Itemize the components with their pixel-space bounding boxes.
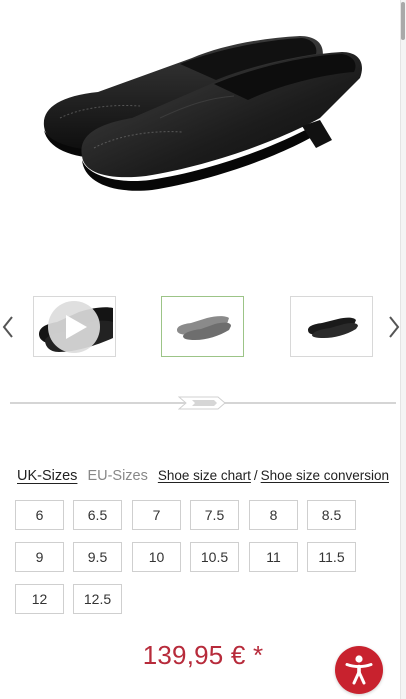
chevron-right-icon xyxy=(389,316,400,338)
size-conversion-link[interactable]: Shoe size conversion xyxy=(261,468,389,483)
carousel-prev-button[interactable] xyxy=(0,310,16,344)
grey-loafer-thumbnail-icon xyxy=(176,315,231,340)
thumbnail-grey-loafer[interactable] xyxy=(161,296,244,357)
size-option[interactable]: 10.5 xyxy=(190,542,239,572)
tab-eu-sizes[interactable]: EU-Sizes xyxy=(87,468,147,484)
chevron-left-icon xyxy=(2,316,13,338)
size-option[interactable]: 6 xyxy=(15,500,64,530)
size-option[interactable]: 11.5 xyxy=(307,542,356,572)
size-option[interactable]: 11 xyxy=(249,542,298,572)
black-loafer-thumbnail-icon xyxy=(307,317,358,338)
scrollbar-thumb[interactable] xyxy=(401,2,405,40)
size-option[interactable]: 9.5 xyxy=(73,542,122,572)
play-icon xyxy=(66,315,87,339)
size-option[interactable]: 9 xyxy=(15,542,64,572)
expand-handle-icon[interactable] xyxy=(178,395,226,411)
size-chart-link[interactable]: Shoe size chart xyxy=(158,468,251,483)
accessibility-button[interactable] xyxy=(335,646,383,694)
size-option[interactable]: 6.5 xyxy=(73,500,122,530)
play-button[interactable] xyxy=(48,301,100,353)
size-option[interactable]: 8 xyxy=(249,500,298,530)
size-help-links: Shoe size chart / Shoe size conversion xyxy=(158,468,389,483)
size-option[interactable]: 8.5 xyxy=(307,500,356,530)
size-option[interactable]: 12 xyxy=(15,584,64,614)
size-option[interactable]: 7.5 xyxy=(190,500,239,530)
link-separator: / xyxy=(253,468,258,483)
thumbnail-video[interactable] xyxy=(33,296,116,357)
accessibility-icon xyxy=(345,655,373,685)
product-hero-image xyxy=(43,36,362,191)
size-option[interactable]: 7 xyxy=(132,500,181,530)
size-system-tabs: UK-Sizes EU-Sizes xyxy=(17,468,148,484)
tab-uk-sizes[interactable]: UK-Sizes xyxy=(17,468,77,484)
size-option[interactable]: 10 xyxy=(132,542,181,572)
thumbnail-carousel xyxy=(0,296,406,358)
thumbnail-black-loafer[interactable] xyxy=(290,296,373,357)
carousel-next-button[interactable] xyxy=(386,310,402,344)
size-option[interactable]: 12.5 xyxy=(73,584,122,614)
